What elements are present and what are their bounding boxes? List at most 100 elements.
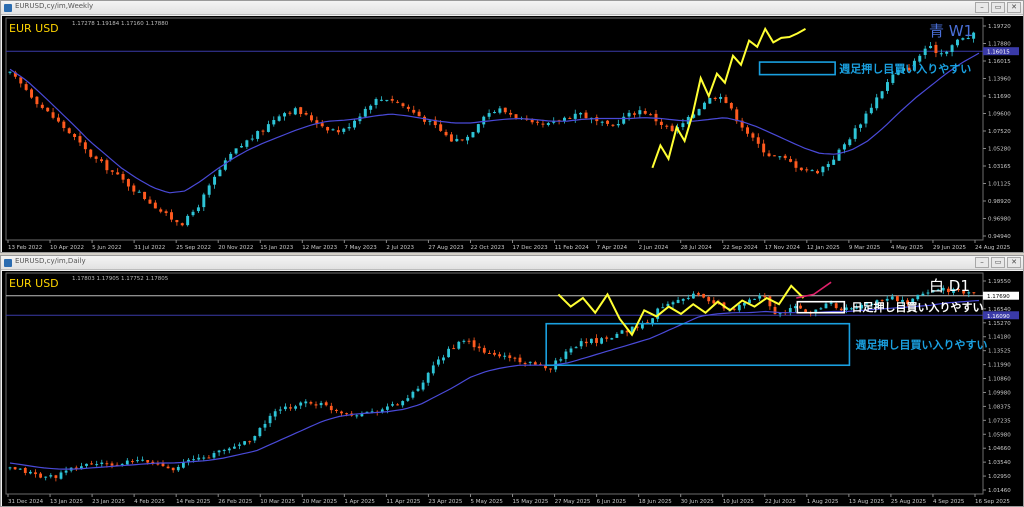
candle-bullish xyxy=(416,388,420,391)
date-tick-label: 25 Aug 2025 xyxy=(891,499,927,505)
candle-bearish xyxy=(105,160,109,171)
candle-bearish xyxy=(541,123,545,125)
daily-white-line-price-value: 1.17690 xyxy=(987,294,1010,300)
candle-bearish xyxy=(175,220,179,223)
close-button[interactable]: ✕ xyxy=(1007,2,1021,13)
date-tick-label: 10 Apr 2022 xyxy=(50,245,84,251)
candle-bullish xyxy=(238,444,241,446)
candle-bearish xyxy=(724,97,728,103)
price-tick-label: 1.13525 xyxy=(988,349,1011,355)
date-tick-label: 12 Jan 2025 xyxy=(807,245,840,251)
date-tick-label: 31 Dec 2024 xyxy=(8,499,44,505)
minimize-button[interactable]: – xyxy=(975,2,989,13)
candle-bullish xyxy=(918,55,922,62)
candle-bullish xyxy=(671,302,675,305)
candle-bullish xyxy=(136,460,139,462)
price-tick-label: 1.07235 xyxy=(988,418,1011,424)
candle-bearish xyxy=(444,131,448,136)
candle-bearish xyxy=(34,472,37,475)
close-button[interactable]: ✕ xyxy=(1007,257,1021,268)
candle-bearish xyxy=(320,123,324,127)
candle-bullish xyxy=(615,333,619,338)
daily-price-chart[interactable]: 1.195501.176901.165401.152701.141801.135… xyxy=(2,271,1023,506)
candle-bullish xyxy=(622,116,626,124)
candle-bearish xyxy=(390,99,394,101)
candle-bullish xyxy=(890,296,894,300)
candle-bullish xyxy=(385,406,389,410)
candle-bearish xyxy=(116,172,120,175)
candle-bearish xyxy=(78,136,82,143)
weekly-chart-window[interactable]: EURUSD,cy/im,Weekly – ▭ ✕ 1.19720 1.17880… xyxy=(0,0,1024,253)
price-tick-label: 1.11690 xyxy=(988,94,1011,100)
weekly-price-chart[interactable]: 1.19720 1.17880 1.16015 1.13960 1.11690 1.096… xyxy=(2,16,1023,252)
candle-bearish xyxy=(67,128,71,134)
candle-bullish xyxy=(719,96,723,99)
candle-bearish xyxy=(299,107,303,115)
weekly-title-bar[interactable]: EURUSD,cy/im,Weekly – ▭ ✕ xyxy=(1,1,1023,15)
candle-bearish xyxy=(90,463,94,465)
candle-bearish xyxy=(533,362,537,365)
candle-bullish xyxy=(620,330,624,334)
candle-bearish xyxy=(340,411,343,414)
date-tick-label: 27 Aug 2023 xyxy=(428,245,464,251)
candle-bearish xyxy=(62,121,66,129)
candle-bullish xyxy=(600,121,604,123)
daily-window-title: EURUSD,cy/im,Daily xyxy=(15,257,86,265)
date-tick-label: 28 Jul 2024 xyxy=(681,245,713,251)
candle-bullish xyxy=(197,457,201,460)
candle-bearish xyxy=(799,167,803,171)
price-tick-label: 1.19550 xyxy=(988,279,1011,285)
candle-bullish xyxy=(864,113,868,124)
candle-bearish xyxy=(30,89,34,98)
candle-bearish xyxy=(794,161,798,168)
candle-bearish xyxy=(153,202,157,209)
candle-bearish xyxy=(248,441,252,443)
candle-bearish xyxy=(159,209,163,212)
candle-bullish xyxy=(742,302,746,306)
maximize-button[interactable]: ▭ xyxy=(991,2,1005,13)
candle-bullish xyxy=(939,53,943,55)
candle-bearish xyxy=(396,404,400,406)
candle-bearish xyxy=(498,354,502,357)
candle-bearish xyxy=(670,125,674,132)
candle-bullish xyxy=(181,462,185,468)
candle-bearish xyxy=(39,473,43,478)
candle-bearish xyxy=(649,114,653,116)
daily-chart-window[interactable]: EURUSD,cy/im,Daily – ▭ ✕ 1.19550 1.17690 1… xyxy=(0,255,1024,507)
candle-bullish xyxy=(559,359,563,361)
candle-bullish xyxy=(832,159,836,165)
candle-bullish xyxy=(431,365,435,374)
candle-bearish xyxy=(73,134,77,137)
date-tick-label: 10 Mar 2025 xyxy=(260,499,295,505)
candle-bullish xyxy=(610,338,614,340)
price-tick-label: 1.11990 xyxy=(988,363,1011,369)
minimize-button[interactable]: – xyxy=(975,257,989,268)
maximize-button[interactable]: ▭ xyxy=(991,257,1005,268)
candle-bullish xyxy=(266,124,270,132)
price-tick-label: 1.04660 xyxy=(988,446,1011,452)
date-tick-label: 26 Feb 2025 xyxy=(218,499,253,505)
candle-bearish xyxy=(396,101,400,103)
chart-window-icon xyxy=(4,259,12,267)
candle-bearish xyxy=(606,120,610,124)
candle-bearish xyxy=(94,156,98,159)
candle-bullish xyxy=(457,341,461,349)
candle-bearish xyxy=(40,104,44,108)
candle-bearish xyxy=(756,137,760,144)
candle-bearish xyxy=(324,402,328,406)
candle-bullish xyxy=(253,436,257,441)
candle-bearish xyxy=(595,338,598,343)
candle-bearish xyxy=(584,341,588,344)
price-tick-label: 1.14180 xyxy=(988,335,1011,341)
daily-white-zone-label: 日足押し目買い入りやすい xyxy=(851,300,983,314)
candle-bullish xyxy=(268,415,272,424)
candle-bearish xyxy=(23,467,27,473)
candle-bullish xyxy=(476,124,480,133)
candle-bullish xyxy=(455,138,459,142)
candle-bearish xyxy=(763,296,767,298)
candle-bearish xyxy=(713,97,717,100)
candle-bullish xyxy=(278,409,282,411)
daily-title-bar[interactable]: EURUSD,cy/im,Daily – ▭ ✕ xyxy=(1,256,1023,270)
candle-bearish xyxy=(452,348,456,350)
date-tick-label: 16 Sep 2025 xyxy=(975,499,1010,505)
